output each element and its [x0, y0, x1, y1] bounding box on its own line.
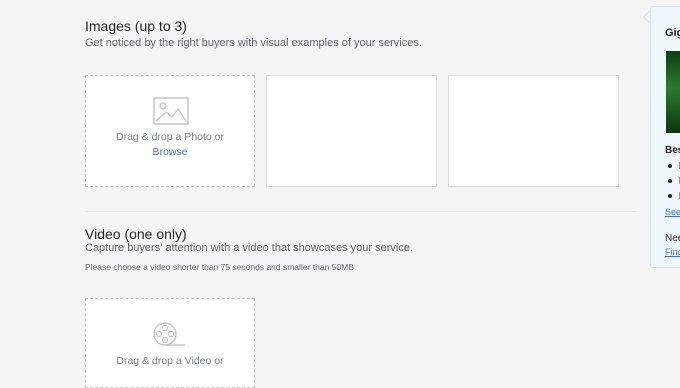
tips-bullet: [668, 179, 672, 183]
video-section-description: Capture buyers' attention with a video t…: [85, 242, 413, 254]
photo-dropzone-label: Drag & drop a Photo or: [116, 131, 224, 143]
tips-bullet: [668, 164, 672, 168]
tips-bullet: [668, 194, 672, 198]
images-section-description: Get noticed by the right buyers with vis…: [85, 37, 422, 49]
image-icon: [153, 97, 189, 130]
image-slot-2[interactable]: [266, 75, 437, 187]
tips-panel-title: Gig: [665, 27, 680, 39]
tips-best-heading: Bes: [665, 145, 680, 156]
film-reel-icon: [152, 321, 188, 354]
tips-need-text: Nee: [665, 233, 680, 244]
tips-find-link[interactable]: Find: [665, 247, 680, 257]
section-divider: [85, 211, 636, 212]
video-size-note: Please choose a video shorter than 75 se…: [85, 262, 354, 272]
browse-link[interactable]: Browse: [152, 146, 187, 158]
photo-dropzone[interactable]: Drag & drop a Photo or Browse: [85, 75, 255, 187]
image-slot-3[interactable]: [448, 75, 619, 187]
tips-video-thumbnail[interactable]: [666, 51, 680, 133]
video-dropzone[interactable]: Drag & drop a Video or: [85, 298, 255, 388]
video-dropzone-label: Drag & drop a Video or: [116, 355, 224, 367]
tips-panel: Gig Bes See Nee Find: [650, 6, 680, 268]
images-section-title: Images (up to 3): [85, 18, 187, 34]
tips-see-link[interactable]: See: [665, 207, 680, 217]
video-section-title: Video (one only): [85, 226, 187, 242]
